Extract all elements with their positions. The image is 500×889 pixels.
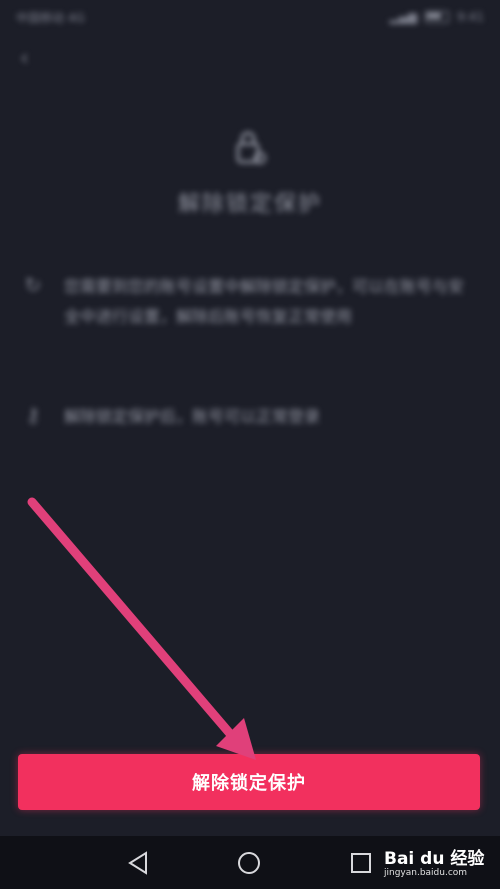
page-title: 解除锁定保护 — [177, 192, 322, 217]
unlock-protection-button[interactable]: 解除锁定保护 — [18, 754, 480, 810]
clock-text: 9:41 — [457, 10, 484, 24]
app-screen: 中国移动 4G ▂▄▆ 9:41 ‹ 解除锁定保护 ↻ 您需要到您的账号设置中解… — [0, 0, 500, 889]
signal-icon: ▂▄▆ — [389, 10, 418, 24]
watermark-url: jingyan.baidu.com — [384, 868, 468, 878]
status-right: ▂▄▆ 9:41 — [389, 10, 484, 24]
lock-icon — [236, 131, 267, 165]
status-bar: 中国移动 4G ▂▄▆ 9:41 — [0, 0, 500, 34]
info-text-2: 解除锁定保护后，账号可以正常登录 — [64, 407, 321, 426]
nav-recents-icon[interactable] — [348, 850, 374, 876]
info-row-login: ⚷ 解除锁定保护后，账号可以正常登录 — [20, 402, 464, 432]
baidu-watermark: Bai du 经验 jingyan.baidu.com — [384, 842, 494, 884]
back-arrow-icon[interactable]: ‹ — [20, 48, 42, 70]
watermark-brand: Bai du 经验 — [384, 849, 485, 869]
carrier-text: 中国移动 4G — [16, 10, 85, 25]
battery-icon — [425, 11, 450, 23]
refresh-icon: ↻ — [24, 273, 42, 297]
nav-back-icon[interactable] — [126, 850, 152, 876]
nav-home-icon[interactable] — [236, 850, 262, 876]
info-row-unlock-guide: ↻ 您需要到您的账号设置中解除锁定保护，可以在账号与安全中进行设置，解除后账号恢… — [20, 272, 464, 332]
key-icon: ⚷ — [25, 403, 41, 427]
info-text-1: 您需要到您的账号设置中解除锁定保护，可以在账号与安全中进行设置，解除后账号恢复正… — [64, 277, 465, 326]
